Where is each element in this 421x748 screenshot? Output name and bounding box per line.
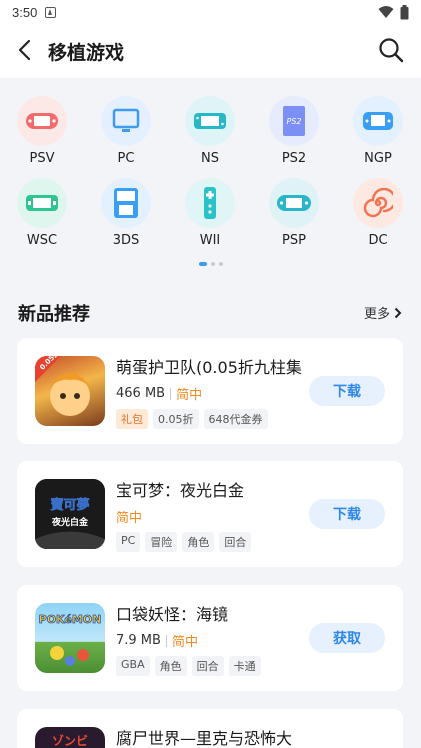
game-thumbnail: ゾンビ (35, 727, 105, 748)
platform-3ds[interactable]: 3DS (86, 178, 166, 254)
game-card[interactable]: 0.05折 萌蛋护卫队(0.05折九柱集 466 MB 简中 礼包 0.05折 … (17, 338, 403, 444)
thumbnail-title-text: ゾンビ (52, 733, 88, 748)
dreamcast-swirl-icon (353, 178, 403, 228)
game-tags: PC 冒险 角色 回合 (116, 532, 252, 552)
meta-divider (170, 387, 172, 400)
thumbnail-title-text: 寶可夢 (50, 497, 89, 513)
game-meta: 466 MB 简中 (116, 384, 202, 403)
status-time: 3:50 (12, 4, 38, 20)
status-bar: 3:50 (0, 0, 421, 24)
tag: 卡通 (228, 656, 261, 676)
game-language: 简中 (176, 388, 203, 403)
platform-ps2[interactable]: PS2 PS2 (254, 96, 334, 172)
platform-label: WSC (26, 233, 58, 248)
game-title: 腐尸世界—里克与恐怖大 (116, 729, 293, 748)
platform-wii[interactable]: WII (170, 178, 250, 254)
page-dot (218, 262, 223, 266)
page-dot (210, 262, 215, 266)
platform-label: PC (117, 151, 135, 166)
game-title: 口袋妖怪：海镜 (116, 605, 229, 624)
ngp-icon (353, 96, 403, 146)
get-button[interactable]: 获取 (309, 623, 385, 653)
tag: 冒险 (145, 532, 178, 552)
notification-icon (45, 6, 57, 18)
tag: 回合 (191, 656, 224, 676)
thumbnail-subtitle-text: 夜光白金 (51, 516, 89, 528)
game-card[interactable]: 寶可夢 夜光白金 宝可梦：夜光白金 简中 PC 冒险 角色 回合 下载 (17, 461, 403, 567)
psv-icon (17, 96, 67, 146)
game-meta: 7.9 MB 简中 (116, 631, 198, 650)
platform-label: PS2 (281, 151, 307, 166)
section-title: 新品推荐 (18, 304, 90, 325)
tag: 角色 (182, 532, 215, 552)
tag: PC (116, 532, 141, 552)
switch-icon (185, 96, 235, 146)
svg-text:PS2: PS2 (287, 117, 302, 126)
wii-remote-icon (185, 178, 235, 228)
platform-pc[interactable]: PC (86, 96, 166, 172)
chevron-right-icon (394, 307, 402, 318)
page-indicator (0, 262, 421, 266)
platform-grid: PSV PC NS PS2 PS2 NGP WSC 3DS WII PSP DC (0, 78, 421, 276)
platform-dc[interactable]: DC (338, 178, 418, 254)
meta-divider (165, 634, 167, 647)
platform-label: PSV (29, 151, 55, 166)
tag: GBA (116, 656, 150, 676)
game-meta: 简中 (116, 507, 142, 526)
3ds-icon (101, 178, 151, 228)
platform-psv[interactable]: PSV (2, 96, 82, 172)
back-arrow-icon[interactable] (14, 38, 38, 62)
game-size: 7.9 MB (116, 633, 161, 648)
wsc-icon (17, 178, 67, 228)
tag: 角色 (154, 656, 187, 676)
battery-icon (400, 4, 409, 19)
platform-label: NS (201, 151, 219, 166)
thumbnail-title-text: POKéMON (39, 613, 102, 626)
game-card[interactable]: POKéMON 口袋妖怪：海镜 7.9 MB 简中 GBA 角色 回合 卡通 获… (17, 585, 403, 691)
page-dot-active (198, 262, 207, 266)
platform-ns[interactable]: NS (170, 96, 250, 172)
ps2-icon: PS2 (269, 96, 319, 146)
more-label: 更多 (364, 307, 391, 322)
platform-label: DC (368, 233, 388, 248)
monitor-icon (101, 96, 151, 146)
game-title: 宝可梦：夜光白金 (116, 481, 245, 500)
tag: 礼包 (116, 409, 148, 429)
platform-psp[interactable]: PSP (254, 178, 334, 254)
platform-wsc[interactable]: WSC (2, 178, 82, 254)
game-language: 简中 (171, 635, 198, 650)
tag: 648代金券 (203, 409, 268, 429)
platform-ngp[interactable]: NGP (338, 96, 418, 172)
download-button[interactable]: 下载 (309, 499, 385, 529)
tag: 回合 (219, 532, 252, 552)
more-link[interactable]: 更多 (364, 303, 402, 322)
wifi-icon (378, 6, 394, 18)
game-size: 466 MB (116, 386, 166, 401)
search-icon[interactable] (378, 37, 404, 63)
status-icons (378, 4, 409, 20)
platform-label: PSP (282, 233, 306, 248)
top-app-bar: 移植游戏 (0, 24, 421, 78)
platform-label: WII (199, 233, 221, 248)
page-title: 移植游戏 (48, 42, 125, 64)
platform-label: NGP (364, 151, 392, 166)
game-card[interactable]: ゾンビ 腐尸世界—里克与恐怖大 (17, 709, 403, 748)
game-title: 萌蛋护卫队(0.05折九柱集 (116, 358, 302, 377)
psp-icon (269, 178, 319, 228)
game-thumbnail: 0.05折 (35, 356, 105, 426)
game-language: 简中 (116, 511, 143, 526)
game-thumbnail: POKéMON (35, 603, 105, 673)
game-tags: 礼包 0.05折 648代金券 (116, 409, 268, 429)
tag: 0.05折 (153, 409, 199, 429)
download-button[interactable]: 下载 (309, 376, 385, 406)
game-tags: GBA 角色 回合 卡通 (116, 656, 261, 676)
platform-label: 3DS (112, 233, 140, 248)
game-thumbnail: 寶可夢 夜光白金 (35, 479, 105, 549)
